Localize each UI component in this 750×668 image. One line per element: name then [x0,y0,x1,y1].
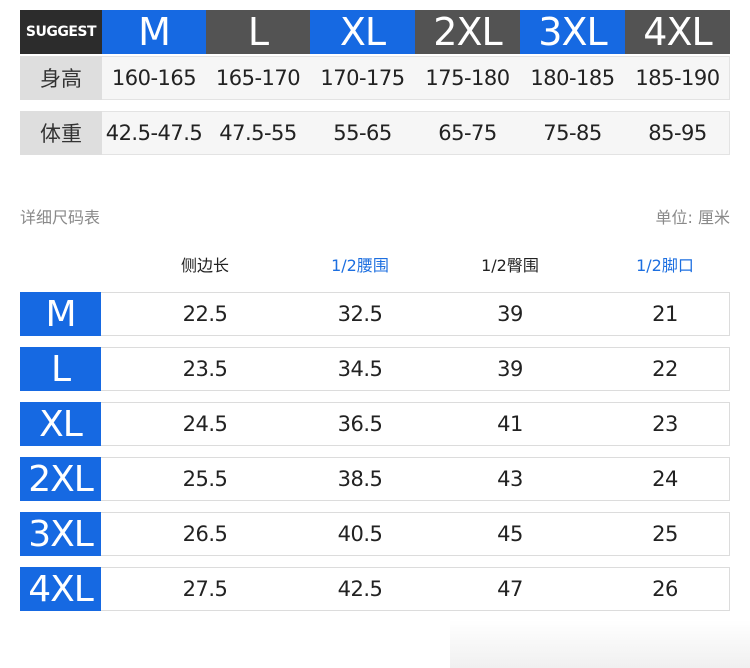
table-cell: 32.5 [337,302,383,326]
weight-value: 85-95 [648,121,707,145]
table-cell: 45 [497,522,523,546]
table-cell: 43 [497,467,523,491]
weight-value: 42.5-47.5 [105,121,203,145]
table-cell: 34.5 [337,357,383,381]
table-cell: 41 [497,412,523,436]
column-header-half-hip: 1/2臀围 [481,256,539,275]
table-cell: 26 [652,577,678,601]
suggest-size-2xl: 2XL [415,10,520,54]
size-label: M [20,292,101,336]
size-label: 3XL [20,512,101,556]
height-value: 175-180 [425,66,510,90]
table-cell: 39 [497,302,523,326]
table-cell: 27.5 [182,577,228,601]
table-cell: 47 [497,577,523,601]
suggest-size-xl: XL [310,10,415,54]
table-cell: 23.5 [182,357,228,381]
height-value: 185-190 [635,66,720,90]
table-cell: 40.5 [337,522,383,546]
bottom-shadow [450,620,750,668]
size-label: XL [20,402,101,446]
suggest-label: SUGGEST [20,10,102,54]
table-cell: 25 [652,522,678,546]
table-cell: 26.5 [182,522,228,546]
height-label: 身高 [20,56,102,100]
suggest-size-4xl: 4XL [625,10,730,54]
suggest-size-m: M [102,10,206,54]
table-cell: 25.5 [182,467,228,491]
size-label: 4XL [20,567,101,611]
size-label: L [20,347,101,391]
column-header-half-hem: 1/2脚口 [636,256,694,275]
column-header-half-waist: 1/2腰围 [331,256,389,275]
weight-value: 47.5-55 [219,121,297,145]
table-cell: 22 [652,357,678,381]
table-cell: 24 [652,467,678,491]
table-cell: 39 [497,357,523,381]
weight-value: 75-85 [543,121,602,145]
table-cell: 42.5 [337,577,383,601]
table-cell: 22.5 [182,302,228,326]
suggest-size-l: L [206,10,310,54]
height-value: 170-175 [320,66,405,90]
table-cell: 38.5 [337,467,383,491]
suggest-size-3xl: 3XL [520,10,625,54]
height-value: 160-165 [111,66,197,90]
weight-value: 55-65 [333,121,392,145]
table-cell: 24.5 [182,412,228,436]
table-cell: 23 [652,412,678,436]
size-label: 2XL [20,457,101,501]
detail-title: 详细尺码表 [20,208,101,227]
table-cell: 21 [652,302,678,326]
unit-label: 单位: 厘米 [655,208,730,227]
table-cell: 36.5 [337,412,383,436]
height-value: 180-185 [530,66,615,90]
height-value: 165-170 [215,66,301,90]
column-header-side-length: 侧边长 [180,256,229,275]
weight-value: 65-75 [438,121,497,145]
weight-label: 体重 [20,111,102,155]
